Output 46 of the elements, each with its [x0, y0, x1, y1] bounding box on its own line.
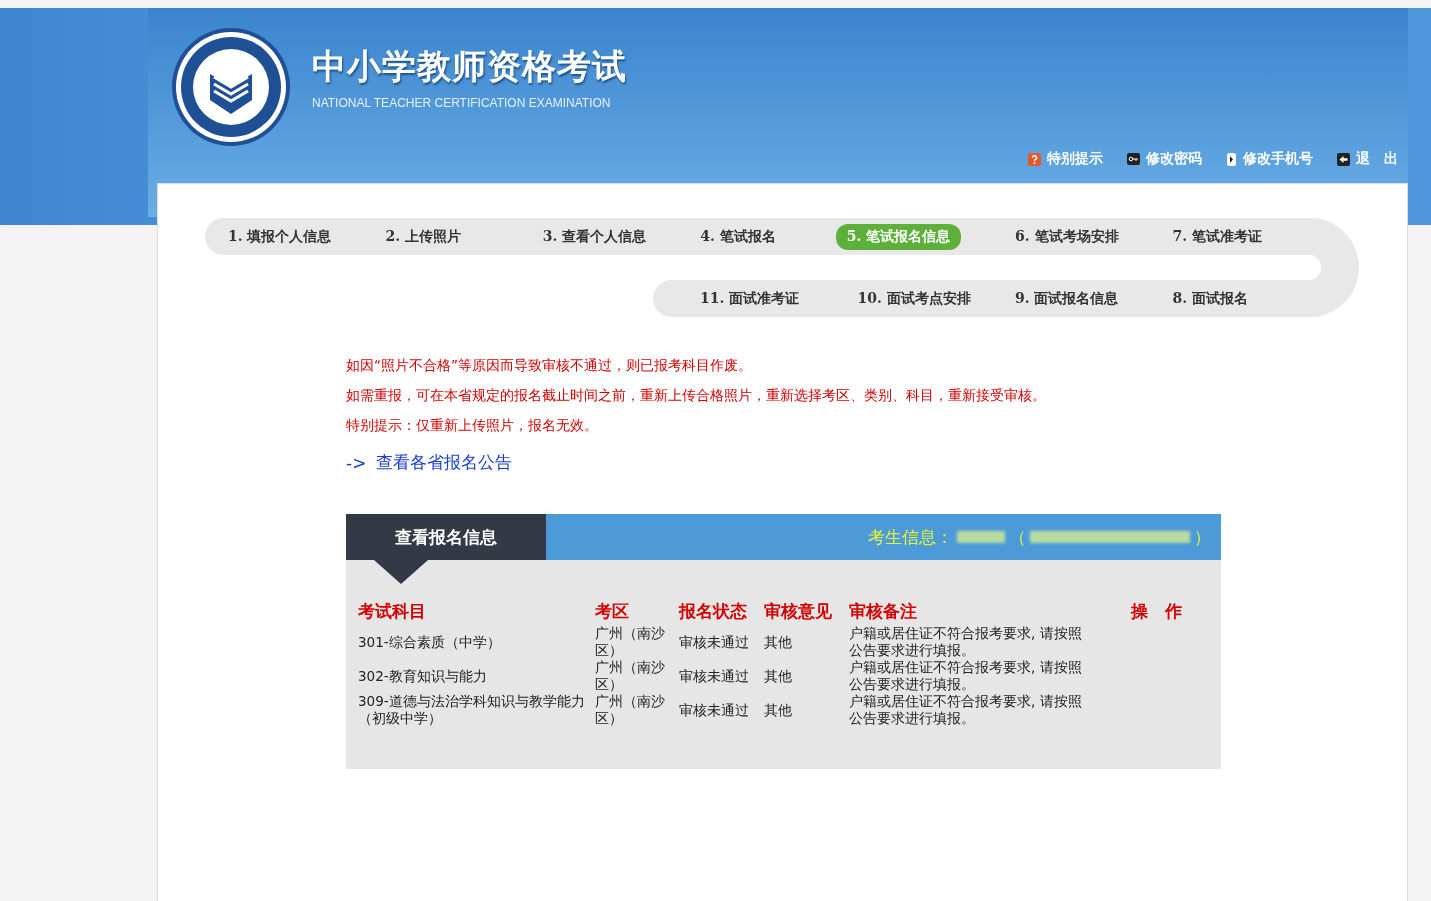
table-cell-text: 审核未通过	[679, 667, 750, 685]
site-subtitle: NATIONAL TEACHER CERTIFICATION EXAMINATION	[312, 96, 612, 110]
back-arrow-icon	[1337, 152, 1350, 166]
close-paren: ）	[1194, 525, 1211, 549]
step-tab[interactable]: 4. 笔试报名	[689, 223, 787, 250]
table-cell-text: 广州（南沙区）	[595, 659, 666, 693]
table-cell-text: 户籍或居住证不符合报考要求, 请按照公告要求进行填报。	[849, 693, 1083, 727]
table-cell-text: 301-综合素质（中学）	[358, 633, 502, 651]
column-header: 考试科目	[358, 601, 426, 621]
step-tab[interactable]: 3. 查看个人信息	[531, 223, 658, 250]
table-cell-text: 其他	[764, 667, 793, 685]
key-icon	[1127, 153, 1140, 165]
step-tab[interactable]: 1. 填报个人信息	[217, 223, 343, 250]
candidate-label: 考生信息：	[868, 525, 953, 549]
phone-icon	[1226, 152, 1237, 166]
column-header: 审核备注	[849, 601, 917, 621]
column-header: 报名状态	[679, 601, 747, 621]
pointer-triangle	[374, 560, 428, 584]
notice-text: 如需重报，可在本省规定的报名截止时间之前，重新上传合格照片，重新选择考区、类别、科目，重新接受审核。	[346, 387, 1047, 405]
step-tab[interactable]: 2. 上传照片	[374, 223, 472, 250]
question-icon	[1028, 152, 1041, 166]
table-cell-text: 户籍或居住证不符合报考要求, 请按照公告要求进行填报。	[849, 625, 1083, 659]
table-cell-text: 其他	[764, 633, 793, 651]
announcement-link[interactable]: -> 查看各省报名公告	[346, 451, 513, 474]
site-title: 中小学教师资格考试	[312, 45, 627, 88]
table-cell-text: 审核未通过	[679, 701, 750, 719]
step-tab[interactable]: 6. 笔试考场安排	[1004, 223, 1130, 250]
table-cell-text: 广州（南沙区）	[595, 693, 666, 727]
open-paren: （	[1009, 525, 1026, 549]
step-tab[interactable]: 11. 面试准考证	[689, 285, 811, 312]
notice-text: 如因“照片不合格”等原因而导致审核不通过，则已报考科目作废。	[346, 357, 753, 375]
table-cell-text: 309-道德与法治学科知识与教学能力（初级中学）	[358, 693, 586, 727]
redacted-name	[957, 531, 1005, 543]
step-tab[interactable]: 8. 面试报名	[1161, 285, 1259, 312]
table-cell-text: 户籍或居住证不符合报考要求, 请按照公告要求进行填报。	[849, 659, 1083, 693]
step-tab[interactable]: 10. 面试考点安排	[846, 285, 982, 312]
table-cell-text: 广州（南沙区）	[595, 625, 666, 659]
table-cell-text: 审核未通过	[679, 633, 750, 651]
step-tab[interactable]: 9. 面试报名信息	[1004, 285, 1130, 312]
column-header: 考区	[595, 601, 629, 621]
column-header: 操 作	[1131, 601, 1182, 621]
step-tab[interactable]: 7. 笔试准考证	[1161, 223, 1274, 250]
column-header: 审核意见	[764, 601, 832, 621]
notice-text: 特别提示：仅重新上传照片，报名无效。	[346, 417, 599, 435]
table-cell-text: 302-教育知识与能力	[358, 667, 488, 685]
table-cell-text: 其他	[764, 701, 793, 719]
